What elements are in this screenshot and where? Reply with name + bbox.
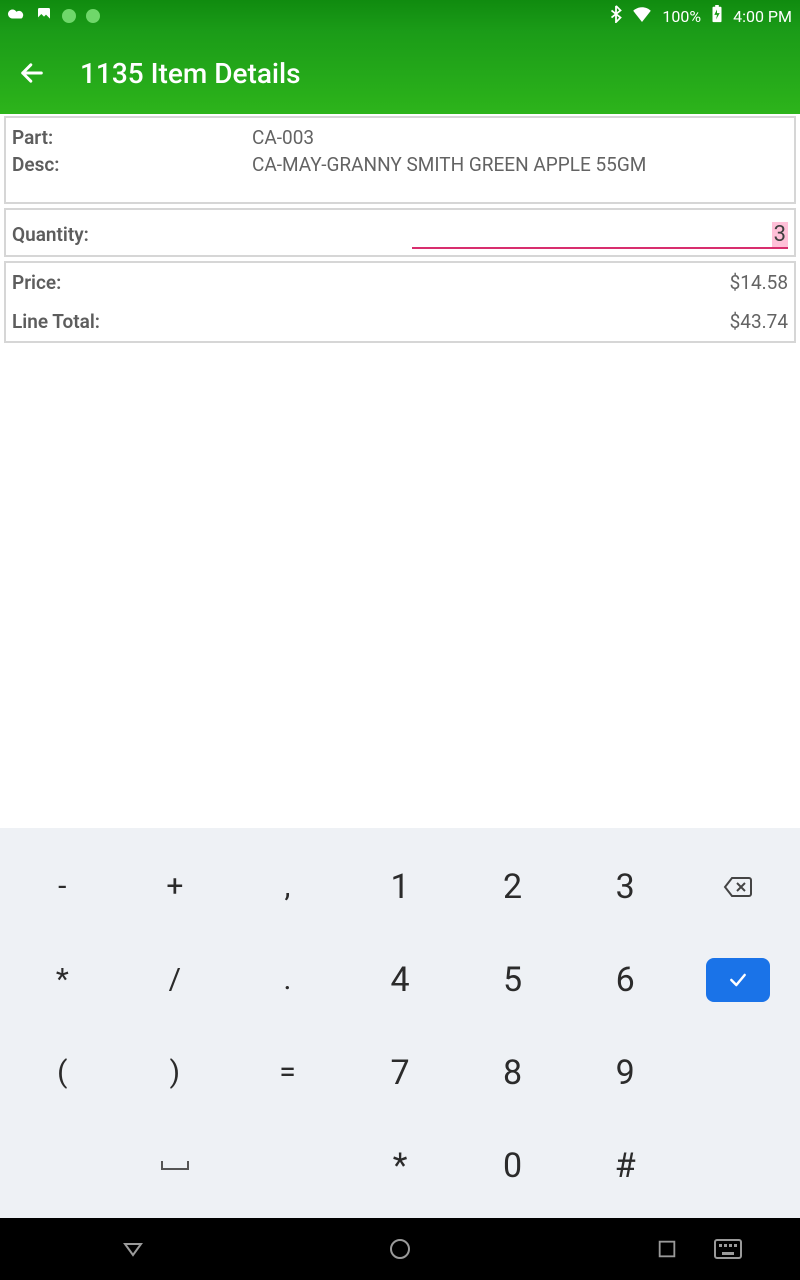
pricing-card: Price: $14.58 Line Total: $43.74 — [4, 261, 796, 343]
triangle-down-icon — [121, 1237, 145, 1261]
system-navigation-bar — [0, 1218, 800, 1280]
key-empty — [6, 1119, 119, 1212]
part-label: Part: — [12, 126, 252, 149]
key-2[interactable]: 2 — [456, 840, 569, 933]
wifi-icon — [632, 6, 652, 26]
desc-value: CA-MAY-GRANNY SMITH GREEN APPLE 55GM — [252, 153, 788, 176]
soft-keyboard: - + , 1 2 3 * / . 4 5 6 ( ) = — [0, 828, 800, 1218]
key-enter[interactable] — [681, 933, 794, 1026]
page-title: 1135 Item Details — [80, 57, 301, 90]
clock-time: 4:00 PM — [733, 7, 792, 26]
line-total-value: $43.74 — [252, 310, 788, 333]
price-label: Price: — [12, 271, 252, 294]
status-left-icons — [8, 6, 100, 26]
backspace-icon — [723, 876, 753, 898]
part-value: CA-003 — [252, 126, 788, 149]
status-bar: 100% 4:00 PM — [0, 0, 800, 32]
price-value: $14.58 — [252, 271, 788, 294]
cloud-icon — [8, 6, 26, 26]
nav-back-button[interactable] — [73, 1237, 193, 1261]
nav-keyboard-switch-button[interactable] — [668, 1239, 788, 1259]
quantity-input-wrap[interactable]: 3 — [412, 222, 788, 249]
space-icon — [160, 1159, 190, 1173]
key-period[interactable]: . — [231, 933, 344, 1026]
key-asterisk2[interactable]: * — [344, 1119, 457, 1212]
key-8[interactable]: 8 — [456, 1026, 569, 1119]
item-info-card: Part: CA-003 Desc: CA-MAY-GRANNY SMITH G… — [4, 116, 796, 204]
bluetooth-icon — [610, 5, 622, 27]
arrow-left-icon — [18, 59, 46, 87]
check-icon — [725, 970, 751, 990]
key-rparen[interactable]: ) — [119, 1026, 232, 1119]
key-equals[interactable]: = — [231, 1026, 344, 1119]
key-comma[interactable]: , — [231, 840, 344, 933]
key-empty — [231, 1119, 344, 1212]
quantity-card: Quantity: 3 — [4, 208, 796, 257]
key-6[interactable]: 6 — [569, 933, 682, 1026]
desc-label: Desc: — [12, 153, 252, 176]
price-row: Price: $14.58 — [12, 269, 788, 296]
part-row: Part: CA-003 — [12, 124, 788, 151]
key-3[interactable]: 3 — [569, 840, 682, 933]
back-button[interactable] — [8, 49, 56, 97]
line-total-label: Line Total: — [12, 310, 252, 333]
battery-charging-icon — [711, 5, 723, 27]
notif-dot-icon — [86, 9, 100, 23]
key-0[interactable]: 0 — [456, 1119, 569, 1212]
quantity-input[interactable]: 3 — [772, 222, 788, 247]
key-backspace[interactable] — [681, 840, 794, 933]
key-plus[interactable]: + — [119, 840, 232, 933]
notif-dot-icon — [62, 9, 76, 23]
key-4[interactable]: 4 — [344, 933, 457, 1026]
key-5[interactable]: 5 — [456, 933, 569, 1026]
key-asterisk[interactable]: * — [6, 933, 119, 1026]
key-hash[interactable]: # — [569, 1119, 682, 1212]
key-empty — [681, 1026, 794, 1119]
nav-home-button[interactable] — [340, 1237, 460, 1261]
desc-row: Desc: CA-MAY-GRANNY SMITH GREEN APPLE 55… — [12, 151, 788, 178]
line-total-row: Line Total: $43.74 — [12, 308, 788, 335]
quantity-label: Quantity: — [12, 223, 412, 246]
key-7[interactable]: 7 — [344, 1026, 457, 1119]
key-space[interactable] — [119, 1119, 232, 1212]
key-slash[interactable]: / — [119, 933, 232, 1026]
key-1[interactable]: 1 — [344, 840, 457, 933]
status-right-icons: 100% 4:00 PM — [610, 5, 792, 27]
keyboard-icon — [714, 1239, 742, 1259]
key-lparen[interactable]: ( — [6, 1026, 119, 1119]
image-icon — [36, 6, 52, 26]
key-minus[interactable]: - — [6, 840, 119, 933]
key-9[interactable]: 9 — [569, 1026, 682, 1119]
circle-icon — [388, 1237, 412, 1261]
key-empty — [681, 1119, 794, 1212]
app-bar: 1135 Item Details — [0, 32, 800, 114]
battery-percent: 100% — [662, 7, 701, 26]
